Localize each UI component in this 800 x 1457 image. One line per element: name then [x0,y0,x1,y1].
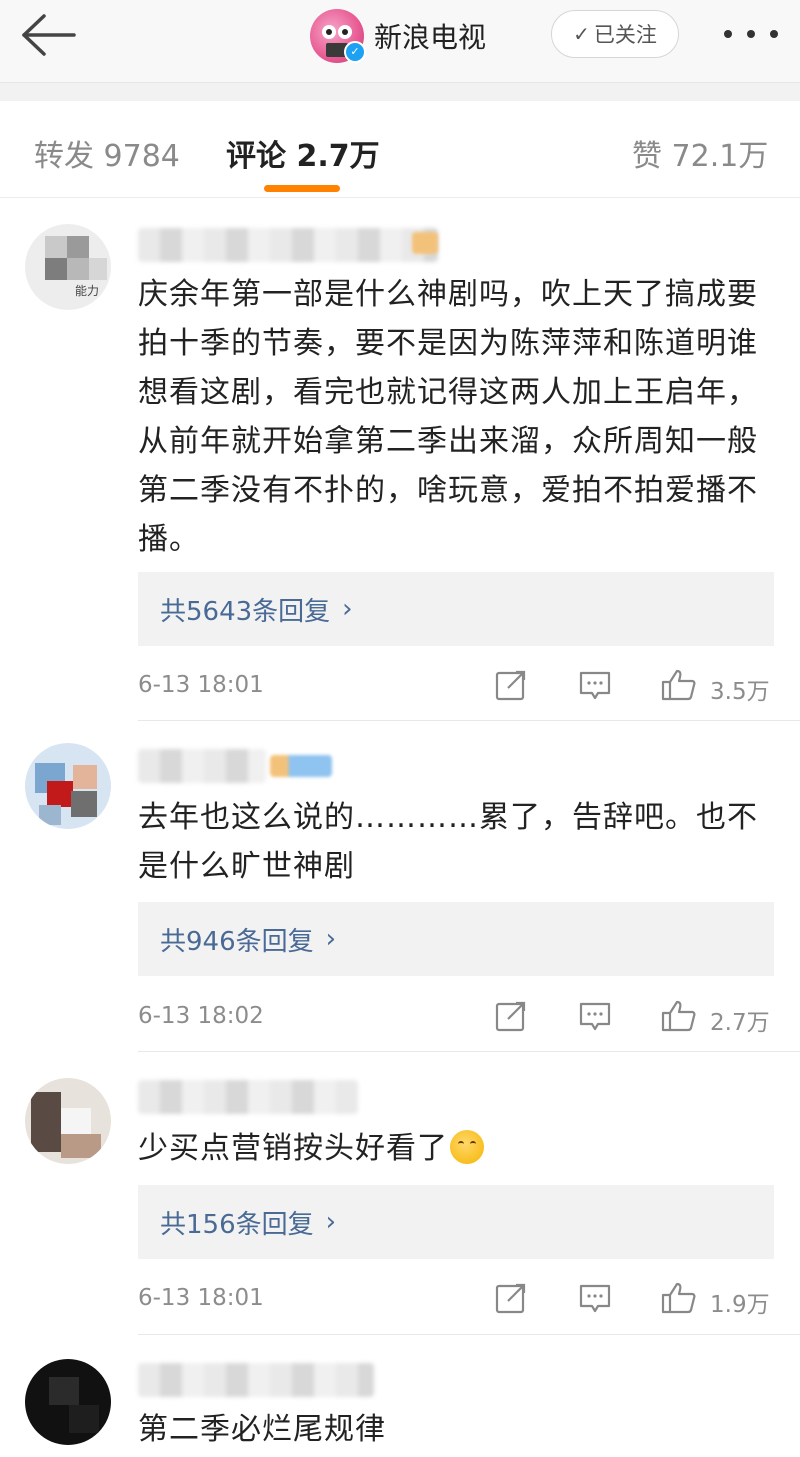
follow-label: 已关注 [593,23,657,47]
avatar[interactable] [25,743,111,829]
check-icon: ✓ [573,22,590,46]
section-separator [0,83,800,101]
back-button[interactable] [18,12,78,58]
account-header[interactable]: ✓ 新浪电视 [310,8,486,64]
comment-time: 6-13 18:01 [138,672,264,698]
like-count: 3.5万 [710,679,770,705]
tab-reposts[interactable]: 转发 9784 [34,131,180,175]
follow-button[interactable]: ✓ 已关注 [551,10,679,58]
comment-text: 去年也这么说的…………累了，告辞吧。也不是什么旷世神剧 [138,800,758,884]
thumbs-up-icon[interactable] [660,999,698,1033]
comment-meta: 6-13 18:02 2.7万 [138,997,774,1037]
divider [138,1051,800,1052]
avatar[interactable] [25,1078,111,1164]
reply-count-button[interactable]: 共946条回复 › [138,902,774,976]
top-bar: ✓ 新浪电视 ✓ 已关注 [0,0,800,83]
comment-text: 第二季必烂尾规律 [138,1412,386,1447]
avatar[interactable] [25,1359,111,1445]
username-blurred[interactable] [138,1080,358,1114]
avatar[interactable]: 能力 [25,224,111,310]
reply-count-button[interactable]: 共5643条回复 › [138,572,774,646]
share-icon[interactable] [494,999,528,1033]
comment-time: 6-13 18:02 [138,1003,264,1029]
divider [138,1334,800,1335]
comment-text: 少买点营销按头好看了 [138,1124,774,1173]
chevron-right-icon: › [325,1207,337,1237]
comment-time: 6-13 18:01 [138,1285,264,1311]
user-badge [270,755,332,777]
tab-likes[interactable]: 赞 72.1万 [632,131,768,175]
share-icon[interactable] [494,668,528,702]
comment-meta: 6-13 18:01 1.9万 [138,1279,774,1319]
verified-check-icon: ✓ [344,41,366,63]
comment-icon[interactable] [578,1281,612,1315]
thumbs-up-icon[interactable] [660,668,698,702]
chevron-right-icon: › [325,924,337,954]
account-name[interactable]: 新浪电视 [374,16,486,56]
comment-text-content: 少买点营销按头好看了 [138,1131,448,1166]
like-count: 2.7万 [710,1010,770,1036]
reply-count: 共946条回复 [160,926,314,957]
hugging-face-emoji [450,1130,484,1164]
username-blurred[interactable] [138,1363,374,1397]
avatar-text: 能力 [75,284,100,298]
divider [138,720,800,721]
active-tab-indicator [264,185,340,192]
comment-meta: 6-13 18:01 3.5万 [138,666,774,706]
more-dots-icon[interactable] [724,24,778,44]
reply-count: 共5643条回复 [160,596,331,627]
share-icon[interactable] [494,1281,528,1315]
arrow-left-icon [22,14,76,56]
comment-icon[interactable] [578,668,612,702]
comment-icon[interactable] [578,999,612,1033]
tab-comments[interactable]: 评论 2.7万 [226,131,380,175]
tab-bar: 转发 9784 评论 2.7万 赞 72.1万 [0,101,800,198]
reply-count: 共156条回复 [160,1209,314,1240]
comment-text: 庆余年第一部是什么神剧吗，吹上天了搞成要拍十季的节奏，要不是因为陈萍萍和陈道明谁… [138,277,758,557]
username-blurred[interactable] [138,228,438,262]
account-avatar[interactable]: ✓ [310,9,366,63]
chevron-right-icon: › [342,594,353,624]
user-badge [412,232,438,254]
like-count: 1.9万 [710,1292,770,1318]
reply-count-button[interactable]: 共156条回复 › [138,1185,774,1259]
username-blurred[interactable] [138,749,266,783]
thumbs-up-icon[interactable] [660,1281,698,1315]
